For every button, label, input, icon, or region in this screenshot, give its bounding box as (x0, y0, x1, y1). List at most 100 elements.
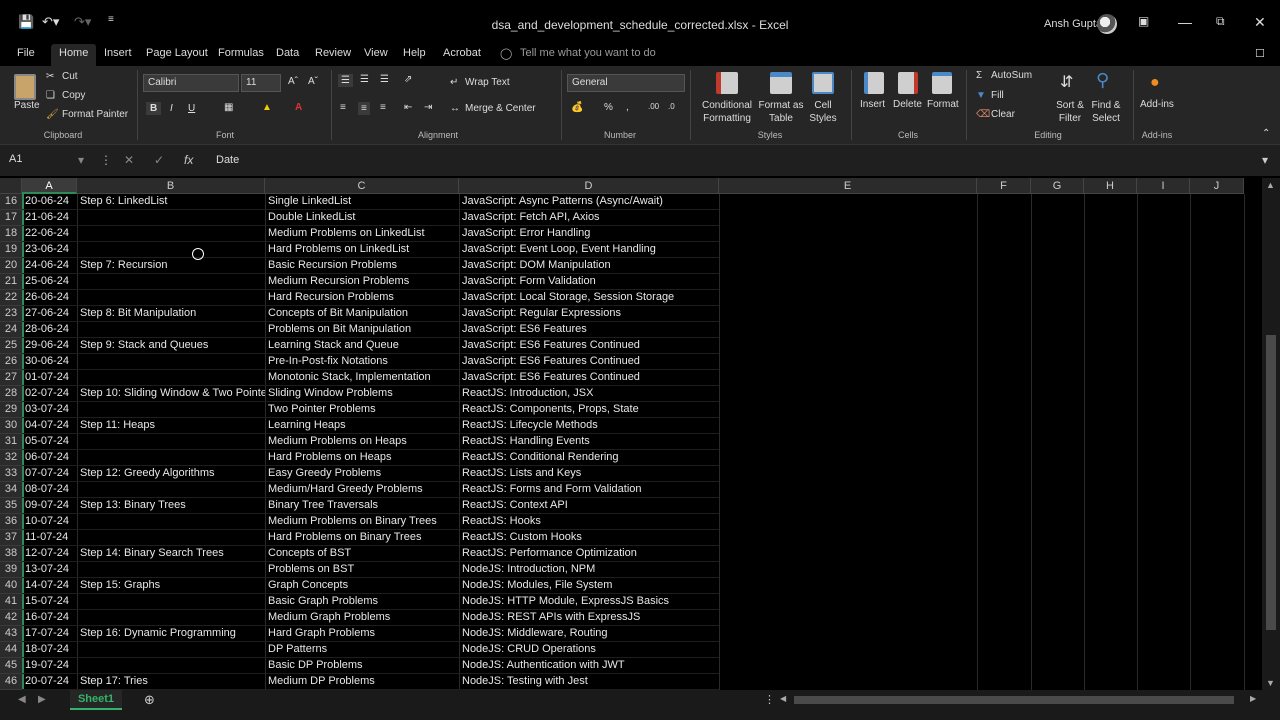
cell-b[interactable] (77, 450, 265, 466)
cell-a[interactable]: 18-07-24 (22, 642, 77, 658)
cell-d[interactable]: JavaScript: ES6 Features (459, 322, 719, 338)
horizontal-scrollbar[interactable]: ◀ ▶ (780, 694, 1260, 706)
column-header-g[interactable]: G (1031, 178, 1084, 194)
row-header[interactable]: 23 (0, 306, 22, 322)
row-header[interactable]: 22 (0, 290, 22, 306)
column-header-a[interactable]: A (22, 178, 77, 194)
cell-c[interactable]: Monotonic Stack, Implementation (265, 370, 459, 386)
cell-b[interactable] (77, 370, 265, 386)
cancel-entry-icon[interactable]: ✕ (124, 153, 134, 167)
format-as-table-button[interactable]: Format as Table (758, 99, 804, 125)
cell-a[interactable]: 30-06-24 (22, 354, 77, 370)
increase-decimal-icon[interactable]: .00 (648, 102, 659, 111)
cell-a[interactable]: 12-07-24 (22, 546, 77, 562)
conditional-formatting-button[interactable]: Conditional Formatting (698, 99, 756, 125)
cell-b[interactable] (77, 562, 265, 578)
delete-cells-icon[interactable] (898, 72, 918, 94)
merge-center-icon[interactable]: ↔ (450, 103, 460, 114)
font-size-select[interactable]: 11 (241, 74, 281, 92)
cell-d[interactable]: ReactJS: Custom Hooks (459, 530, 719, 546)
cell-a[interactable]: 22-06-24 (22, 226, 77, 242)
cell-b[interactable] (77, 658, 265, 674)
find-select-button[interactable]: Find & Select (1086, 99, 1126, 125)
cell-d[interactable]: JavaScript: Error Handling (459, 226, 719, 242)
copy-button[interactable]: Copy (62, 90, 85, 101)
bold-icon[interactable]: B (146, 102, 162, 115)
autosum-button[interactable]: AutoSum (991, 70, 1032, 81)
row-header[interactable]: 40 (0, 578, 22, 594)
cell-c[interactable]: Hard Recursion Problems (265, 290, 459, 306)
comma-icon[interactable]: , (626, 102, 629, 113)
row-header[interactable]: 45 (0, 658, 22, 674)
row-header[interactable]: 30 (0, 418, 22, 434)
cell-b[interactable]: Step 16: Dynamic Programming (77, 626, 265, 642)
cell-d[interactable]: NodeJS: Introduction, NPM (459, 562, 719, 578)
column-header-f[interactable]: F (977, 178, 1031, 194)
sort-filter-icon[interactable]: ⇵ (1060, 72, 1073, 92)
top-align-icon[interactable]: ☰ (338, 74, 353, 87)
column-header-i[interactable]: I (1137, 178, 1190, 194)
wrap-text-button[interactable]: Wrap Text (465, 77, 510, 88)
format-as-table-icon[interactable] (770, 72, 792, 94)
cell-b[interactable]: Step 9: Stack and Queues (77, 338, 265, 354)
format-cells-icon[interactable] (932, 72, 952, 94)
cell-d[interactable]: JavaScript: Fetch API, Axios (459, 210, 719, 226)
cell-a[interactable]: 10-07-24 (22, 514, 77, 530)
borders-icon[interactable]: ▦ (224, 102, 233, 113)
cell-d[interactable]: NodeJS: CRUD Operations (459, 642, 719, 658)
cell-c[interactable]: Medium Problems on Heaps (265, 434, 459, 450)
cell-d[interactable]: ReactJS: Context API (459, 498, 719, 514)
fill-color-icon[interactable]: ▲ (262, 102, 272, 113)
cell-d[interactable]: ReactJS: Forms and Form Validation (459, 482, 719, 498)
cell-d[interactable]: ReactJS: Performance Optimization (459, 546, 719, 562)
middle-align-icon[interactable]: ☰ (360, 74, 369, 85)
cell-c[interactable]: Hard Problems on LinkedList (265, 242, 459, 258)
cell-a[interactable]: 03-07-24 (22, 402, 77, 418)
row-header[interactable]: 24 (0, 322, 22, 338)
row-header[interactable]: 25 (0, 338, 22, 354)
align-right-icon[interactable]: ≡ (380, 102, 386, 113)
cell-d[interactable]: NodeJS: REST APIs with ExpressJS (459, 610, 719, 626)
row-header[interactable]: 16 (0, 194, 22, 210)
format-painter-button[interactable]: Format Painter (62, 109, 128, 120)
cell-c[interactable]: Basic Graph Problems (265, 594, 459, 610)
cell-b[interactable] (77, 514, 265, 530)
row-header[interactable]: 21 (0, 274, 22, 290)
tab-acrobat[interactable]: Acrobat (440, 47, 484, 59)
cell-c[interactable]: Basic Recursion Problems (265, 258, 459, 274)
sheet-tab-sheet1[interactable]: Sheet1 (70, 690, 122, 710)
cell-d[interactable]: JavaScript: Local Storage, Session Stora… (459, 290, 719, 306)
cell-a[interactable]: 05-07-24 (22, 434, 77, 450)
delete-cells-button[interactable]: Delete (893, 99, 922, 110)
cell-b[interactable] (77, 482, 265, 498)
cell-b[interactable] (77, 434, 265, 450)
scroll-right-icon[interactable]: ▶ (1250, 694, 1256, 703)
row-header[interactable]: 38 (0, 546, 22, 562)
cell-c[interactable]: Easy Greedy Problems (265, 466, 459, 482)
underline-icon[interactable]: U (188, 103, 195, 114)
cell-b[interactable] (77, 610, 265, 626)
user-name[interactable]: Ansh Gupta (1044, 18, 1102, 30)
row-header[interactable]: 20 (0, 258, 22, 274)
row-header[interactable]: 42 (0, 610, 22, 626)
insert-cells-icon[interactable] (864, 72, 884, 94)
cell-d[interactable]: ReactJS: Lifecycle Methods (459, 418, 719, 434)
cell-a[interactable]: 29-06-24 (22, 338, 77, 354)
avatar[interactable] (1097, 14, 1117, 34)
cell-a[interactable]: 21-06-24 (22, 210, 77, 226)
cell-a[interactable]: 09-07-24 (22, 498, 77, 514)
horizontal-scroll-thumb[interactable] (794, 696, 1234, 704)
scroll-left-icon[interactable]: ◀ (780, 694, 786, 703)
number-format-select[interactable]: General (567, 74, 685, 92)
cell-b[interactable]: Step 10: Sliding Window & Two Pointer (77, 386, 265, 402)
cell-a[interactable]: 17-07-24 (22, 626, 77, 642)
clear-icon[interactable]: ⌫ (976, 109, 990, 120)
cell-b[interactable]: Step 15: Graphs (77, 578, 265, 594)
cell-styles-button[interactable]: Cell Styles (806, 99, 840, 125)
cell-c[interactable]: Sliding Window Problems (265, 386, 459, 402)
cell-b[interactable]: Step 8: Bit Manipulation (77, 306, 265, 322)
cell-a[interactable]: 24-06-24 (22, 258, 77, 274)
merge-center-button[interactable]: Merge & Center (465, 103, 536, 114)
cell-b[interactable] (77, 226, 265, 242)
more-icon[interactable]: ⋮ (100, 153, 112, 167)
